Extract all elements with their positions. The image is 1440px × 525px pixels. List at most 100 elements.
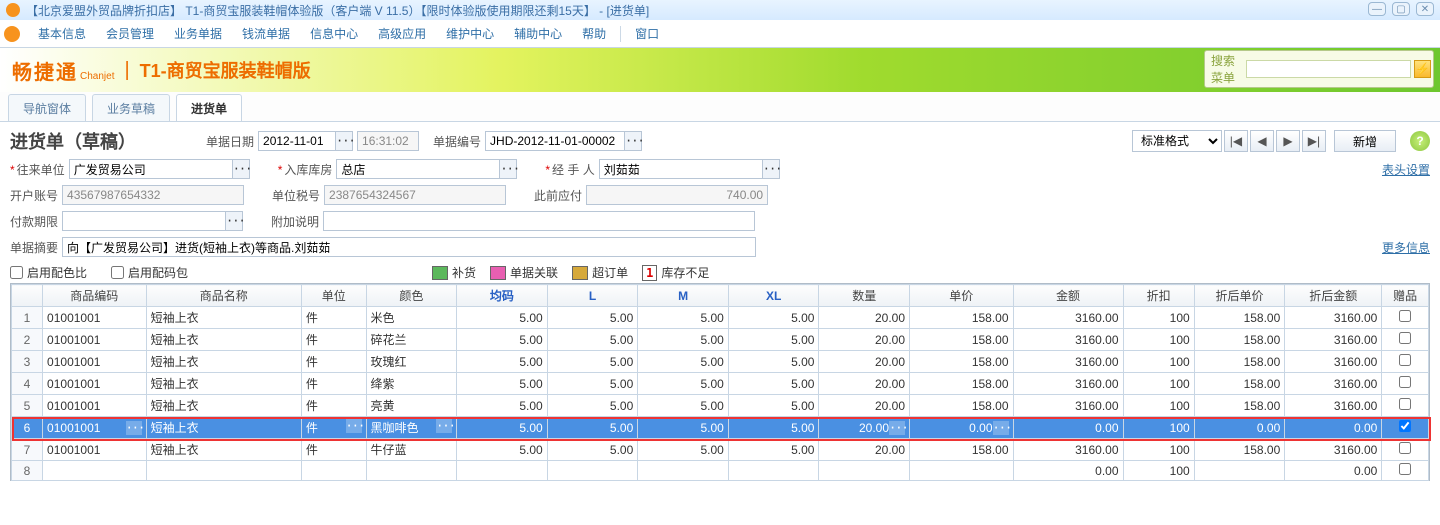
table-row[interactable]: 201001001短袖上衣件碎花兰5.005.005.005.0020.0015… (12, 329, 1429, 351)
prepay-input (586, 185, 768, 205)
titlebar: 【北京爱盟外贸品牌折扣店】 T1-商贸宝服装鞋帽体验版（客户端 V 11.5）【… (0, 0, 1440, 20)
doctab-1[interactable]: 业务草稿 (92, 94, 170, 121)
search-input[interactable] (1246, 60, 1411, 78)
acct-input (62, 185, 244, 205)
col-rownum[interactable] (12, 285, 43, 307)
date-picker-button[interactable]: ··· (335, 131, 353, 151)
nav-prev-button[interactable]: ◀ (1250, 130, 1274, 152)
table-row[interactable]: 401001001短袖上衣件绛紫5.005.005.005.0020.00158… (12, 373, 1429, 395)
menu-search: 搜索菜单 ⚡ (1204, 50, 1434, 88)
col-xl[interactable]: XL (728, 285, 819, 307)
table-row[interactable]: 301001001短袖上衣件玫瑰红5.005.005.005.0020.0015… (12, 351, 1429, 373)
col-qty[interactable]: 数量 (819, 285, 910, 307)
warehouse-label: 入库库房 (278, 161, 333, 178)
col-name[interactable]: 商品名称 (146, 285, 301, 307)
nav-first-button[interactable]: |◀ (1224, 130, 1248, 152)
gift-checkbox[interactable] (1399, 354, 1411, 366)
search-go-button[interactable]: ⚡ (1414, 60, 1431, 78)
maximize-button[interactable]: ▢ (1392, 2, 1410, 16)
warehouse-picker-button[interactable]: ··· (499, 159, 517, 179)
menu-7[interactable]: 辅助中心 (504, 25, 572, 42)
gift-checkbox[interactable] (1399, 420, 1411, 432)
cell-picker-button[interactable]: ··· (993, 421, 1009, 435)
enable-color-ratio-checkbox[interactable] (10, 266, 23, 279)
doc-title: 进货单（草稿） (10, 128, 136, 154)
cell-picker-button[interactable]: ··· (346, 419, 362, 433)
acct-label: 开户账号 (10, 187, 58, 204)
cell-picker-button[interactable]: ··· (436, 419, 452, 433)
enable-size-pack-checkbox[interactable] (111, 266, 124, 279)
brand-en: Chanjet (80, 71, 114, 82)
help-button[interactable]: ? (1410, 131, 1430, 151)
nav-next-button[interactable]: ▶ (1276, 130, 1300, 152)
menu-4[interactable]: 信息中心 (300, 25, 368, 42)
handler-picker-button[interactable]: ··· (762, 159, 780, 179)
menu-9[interactable]: 窗口 (625, 25, 669, 42)
handler-label: 经 手 人 (545, 161, 594, 178)
close-button[interactable]: ✕ (1416, 2, 1434, 16)
docno-label: 单据编号 (433, 133, 481, 150)
main-menu: 基本信息会员管理业务单据钱流单据信息中心高级应用维护中心辅助中心帮助窗口 (0, 20, 1440, 48)
doctab-2[interactable]: 进货单 (176, 94, 242, 121)
col-amt[interactable]: 金额 (1013, 285, 1123, 307)
gift-checkbox[interactable] (1399, 332, 1411, 344)
table-row[interactable]: 80.001000.00 (12, 461, 1429, 481)
nav-last-button[interactable]: ▶| (1302, 130, 1326, 152)
header-settings-link[interactable]: 表头设置 (1382, 161, 1430, 178)
table-row[interactable]: 701001001短袖上衣件牛仔蓝5.005.005.005.0020.0015… (12, 439, 1429, 461)
col-price[interactable]: 单价 (910, 285, 1014, 307)
menu-5[interactable]: 高级应用 (368, 25, 436, 42)
brand-banner: 畅捷通 Chanjet | T1-商贸宝服装鞋帽版 使用Windows默认风格 … (0, 48, 1440, 92)
menu-1[interactable]: 会员管理 (96, 25, 164, 42)
col-l[interactable]: L (547, 285, 638, 307)
docno-input[interactable] (485, 131, 625, 151)
new-button[interactable]: 新增 (1334, 130, 1396, 152)
date-input[interactable] (258, 131, 336, 151)
gift-checkbox[interactable] (1399, 310, 1411, 322)
col-unit[interactable]: 单位 (301, 285, 366, 307)
cell-picker-button[interactable]: ··· (126, 421, 142, 435)
menu-logo-icon (4, 26, 20, 42)
col-m[interactable]: M (638, 285, 729, 307)
menu-3[interactable]: 钱流单据 (232, 25, 300, 42)
menu-0[interactable]: 基本信息 (28, 25, 96, 42)
col-disc[interactable]: 折扣 (1123, 285, 1194, 307)
menu-6[interactable]: 维护中心 (436, 25, 504, 42)
payterm-picker-button[interactable]: ··· (225, 211, 243, 231)
menu-2[interactable]: 业务单据 (164, 25, 232, 42)
payterm-input[interactable] (62, 211, 226, 231)
gift-checkbox[interactable] (1399, 442, 1411, 454)
cell-picker-button[interactable]: ··· (889, 421, 905, 435)
product-name: T1-商贸宝服装鞋帽版 (140, 57, 311, 83)
supplier-picker-button[interactable]: ··· (232, 159, 250, 179)
table-row[interactable]: 101001001短袖上衣件米色5.005.005.005.0020.00158… (12, 307, 1429, 329)
warehouse-input[interactable] (336, 159, 500, 179)
window-title: 【北京爱盟外贸品牌折扣店】 T1-商贸宝服装鞋帽体验版（客户端 V 11.5）【… (26, 2, 649, 19)
more-info-link[interactable]: 更多信息 (1382, 239, 1430, 256)
minimize-button[interactable]: — (1368, 2, 1386, 16)
docno-picker-button[interactable]: ··· (624, 131, 642, 151)
legend-stockout: 1库存不足 (642, 264, 709, 281)
col-code[interactable]: 商品编码 (43, 285, 147, 307)
col-damt[interactable]: 折后金额 (1285, 285, 1382, 307)
col-avg[interactable]: 均码 (457, 285, 548, 307)
extra-input[interactable] (323, 211, 755, 231)
gift-checkbox[interactable] (1399, 376, 1411, 388)
time-display (357, 131, 419, 151)
doctab-0[interactable]: 导航窗体 (8, 94, 86, 121)
summary-input[interactable] (62, 237, 756, 257)
format-select[interactable]: 标准格式 (1132, 130, 1222, 152)
app-icon (6, 3, 20, 17)
taxno-input (324, 185, 506, 205)
table-row[interactable]: 601001001···短袖上衣件···黑咖啡色···5.005.005.005… (12, 417, 1429, 439)
gift-checkbox[interactable] (1399, 463, 1411, 475)
col-gift[interactable]: 赠品 (1382, 285, 1429, 307)
menu-8[interactable]: 帮助 (572, 25, 616, 42)
supplier-label: 往来单位 (10, 161, 65, 178)
col-color[interactable]: 颜色 (366, 285, 457, 307)
table-row[interactable]: 501001001短袖上衣件亮黄5.005.005.005.0020.00158… (12, 395, 1429, 417)
col-dprice[interactable]: 折后单价 (1194, 285, 1285, 307)
supplier-input[interactable] (69, 159, 233, 179)
handler-input[interactable] (599, 159, 763, 179)
gift-checkbox[interactable] (1399, 398, 1411, 410)
